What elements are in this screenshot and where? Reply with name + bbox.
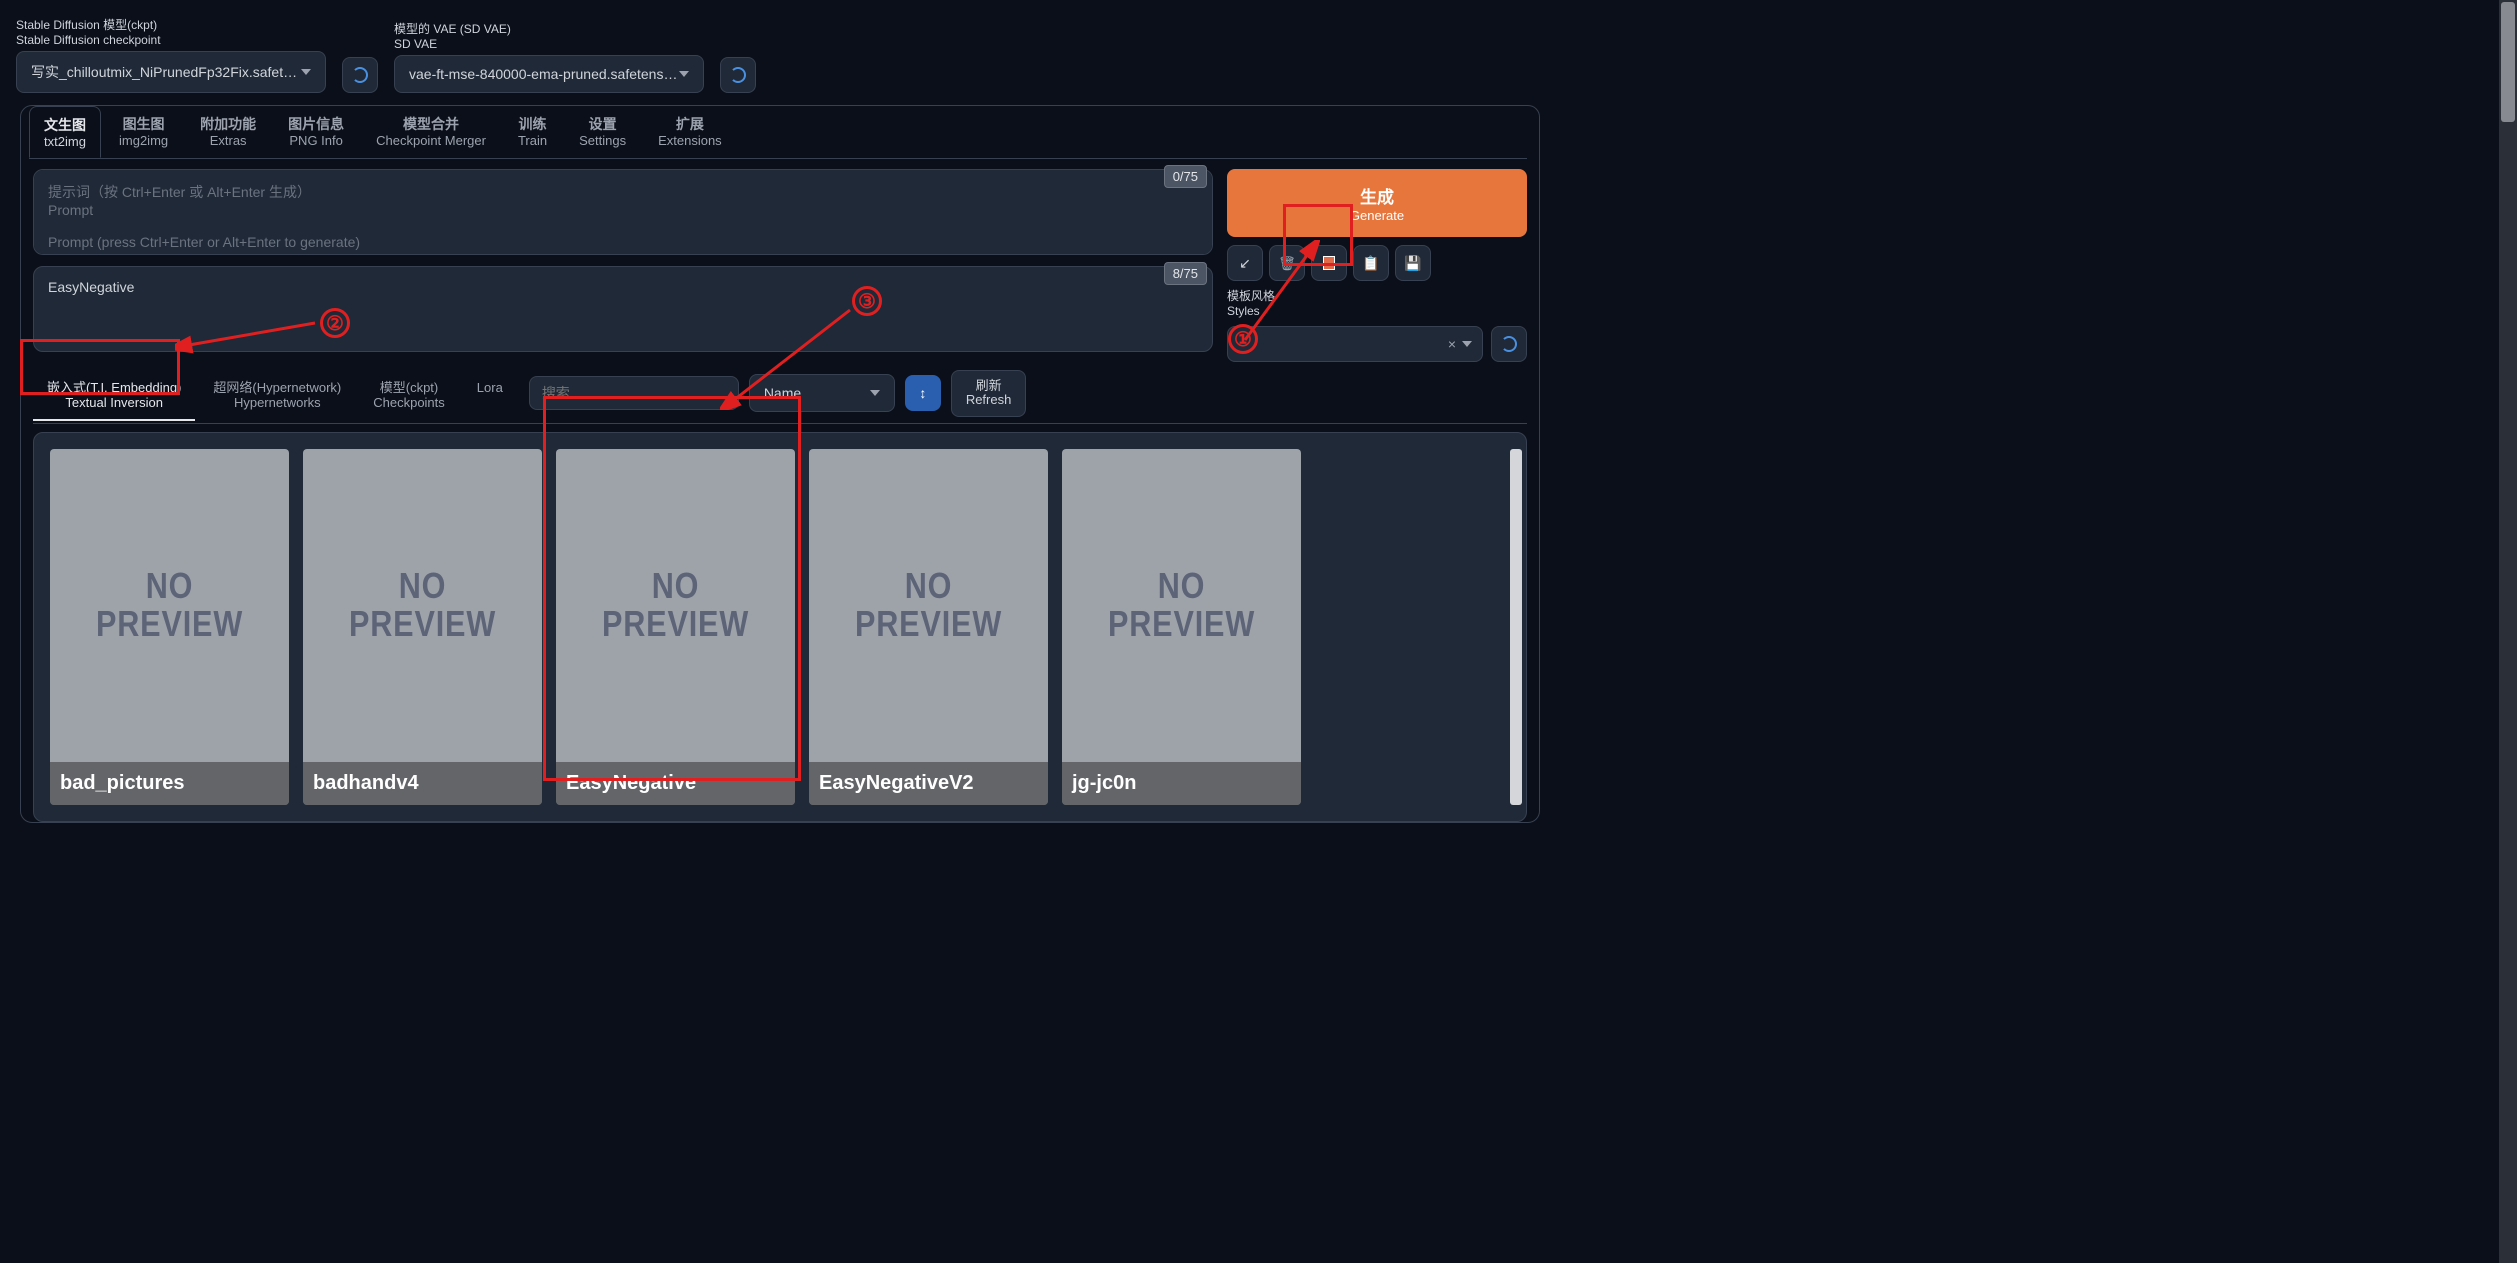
trash-icon: 🗑 — [1278, 255, 1296, 272]
styles-refresh-button[interactable] — [1491, 326, 1527, 362]
tab-extensions[interactable]: 扩展Extensions — [644, 106, 736, 158]
vae-dropdown[interactable]: vae-ft-mse-840000-ema-pruned.safetensors — [394, 55, 704, 93]
cards-scrollbar[interactable] — [1510, 449, 1522, 805]
prompt-textarea[interactable] — [33, 169, 1213, 255]
no-preview-text: NOPREVIEW — [1108, 567, 1255, 643]
ckpt-label-en: Stable Diffusion checkpoint — [16, 33, 326, 47]
extra-tab-textual-inversion[interactable]: 嵌入式(T.I. Embedding)Textual Inversion — [33, 372, 195, 421]
no-preview-text: NOPREVIEW — [602, 567, 749, 643]
chevron-down-icon — [870, 390, 880, 396]
extra-tab-lora[interactable]: Lora — [463, 372, 517, 421]
save-button[interactable]: 💾 — [1395, 245, 1431, 281]
generate-label-cn: 生成 — [1360, 183, 1394, 208]
vae-refresh-button[interactable] — [720, 57, 756, 93]
refresh-icon — [1501, 336, 1517, 352]
styles-label-cn: 模板风格 — [1227, 289, 1527, 303]
scrollbar-thumb[interactable] — [2501, 2, 2515, 122]
ckpt-dropdown[interactable]: 写实_chilloutmix_NiPrunedFp32Fix.safetenso… — [16, 51, 326, 93]
search-input[interactable] — [529, 376, 739, 410]
card-name: badhandv4 — [303, 762, 542, 805]
tab-extras[interactable]: 附加功能Extras — [186, 106, 270, 158]
card-name: bad_pictures — [50, 762, 289, 805]
vae-value: vae-ft-mse-840000-ema-pruned.safetensors — [409, 66, 679, 82]
ckpt-value: 写实_chilloutmix_NiPrunedFp32Fix.safetenso… — [31, 62, 301, 82]
card-jg-jc0n[interactable]: NOPREVIEW jg-jc0n — [1062, 449, 1301, 805]
styles-dropdown[interactable]: × — [1227, 326, 1483, 362]
clipboard-icon: 📋 — [1362, 255, 1379, 272]
tab-settings[interactable]: 设置Settings — [565, 106, 640, 158]
neg-prompt-textarea[interactable] — [33, 266, 1213, 352]
show-extras-button[interactable] — [1311, 245, 1347, 281]
tab-img2img[interactable]: 图生图img2img — [105, 106, 182, 158]
chevron-down-icon — [679, 71, 689, 77]
refresh-icon — [352, 67, 368, 83]
vae-label-cn: 模型的 VAE (SD VAE) — [394, 20, 704, 37]
interrogate-button[interactable]: ↙ — [1227, 245, 1263, 281]
refresh-label-cn: 刷新 — [976, 379, 1002, 393]
no-preview-text: NOPREVIEW — [855, 567, 1002, 643]
save-icon: 💾 — [1404, 255, 1421, 272]
card-easynegative[interactable]: NOPREVIEW EasyNegative — [556, 449, 795, 805]
tab-txt2img[interactable]: 文生图txt2img — [29, 106, 101, 158]
card-icon — [1323, 256, 1335, 270]
neg-prompt-counter: 8/75 — [1164, 262, 1207, 285]
refresh-label-en: Refresh — [966, 393, 1012, 407]
sort-icon: ↕ — [919, 385, 926, 401]
sort-dir-button[interactable]: ↕ — [905, 375, 941, 411]
no-preview-text: NOPREVIEW — [96, 567, 243, 643]
paste-button[interactable]: 📋 — [1353, 245, 1389, 281]
card-name: EasyNegative — [556, 762, 795, 805]
tab-png-info[interactable]: 图片信息PNG Info — [274, 106, 358, 158]
page-scrollbar[interactable] — [2499, 0, 2517, 1263]
generate-label-en: Generate — [1350, 208, 1404, 223]
card-name: jg-jc0n — [1062, 762, 1301, 805]
generate-button[interactable]: 生成 Generate — [1227, 169, 1527, 237]
card-bad_pictures[interactable]: NOPREVIEW bad_pictures — [50, 449, 289, 805]
prompt-counter: 0/75 — [1164, 165, 1207, 188]
ckpt-refresh-button[interactable] — [342, 57, 378, 93]
chevron-down-icon — [1462, 341, 1472, 347]
extra-tab-checkpoints[interactable]: 模型(ckpt)Checkpoints — [359, 372, 459, 421]
extra-tab-hypernetworks[interactable]: 超网络(Hypernetwork)Hypernetworks — [199, 372, 355, 421]
card-badhandv4[interactable]: NOPREVIEW badhandv4 — [303, 449, 542, 805]
vae-label-en: SD VAE — [394, 37, 704, 51]
tab-checkpoint-merger[interactable]: 模型合并Checkpoint Merger — [362, 106, 500, 158]
clear-button[interactable]: 🗑 — [1269, 245, 1305, 281]
clear-icon[interactable]: × — [1448, 336, 1456, 352]
card-easynegativev2[interactable]: NOPREVIEW EasyNegativeV2 — [809, 449, 1048, 805]
ckpt-label-cn: Stable Diffusion 模型(ckpt) — [16, 16, 326, 33]
refresh-button[interactable]: 刷新 Refresh — [951, 370, 1027, 417]
refresh-icon — [730, 67, 746, 83]
no-preview-text: NOPREVIEW — [349, 567, 496, 643]
chevron-down-icon — [301, 69, 311, 75]
tab-train[interactable]: 训练Train — [504, 106, 561, 158]
sort-value: Name — [764, 385, 801, 401]
arrow-icon: ↙ — [1239, 255, 1251, 272]
card-name: EasyNegativeV2 — [809, 762, 1048, 805]
sort-dropdown[interactable]: Name — [749, 374, 895, 412]
styles-label-en: Styles — [1227, 304, 1527, 318]
